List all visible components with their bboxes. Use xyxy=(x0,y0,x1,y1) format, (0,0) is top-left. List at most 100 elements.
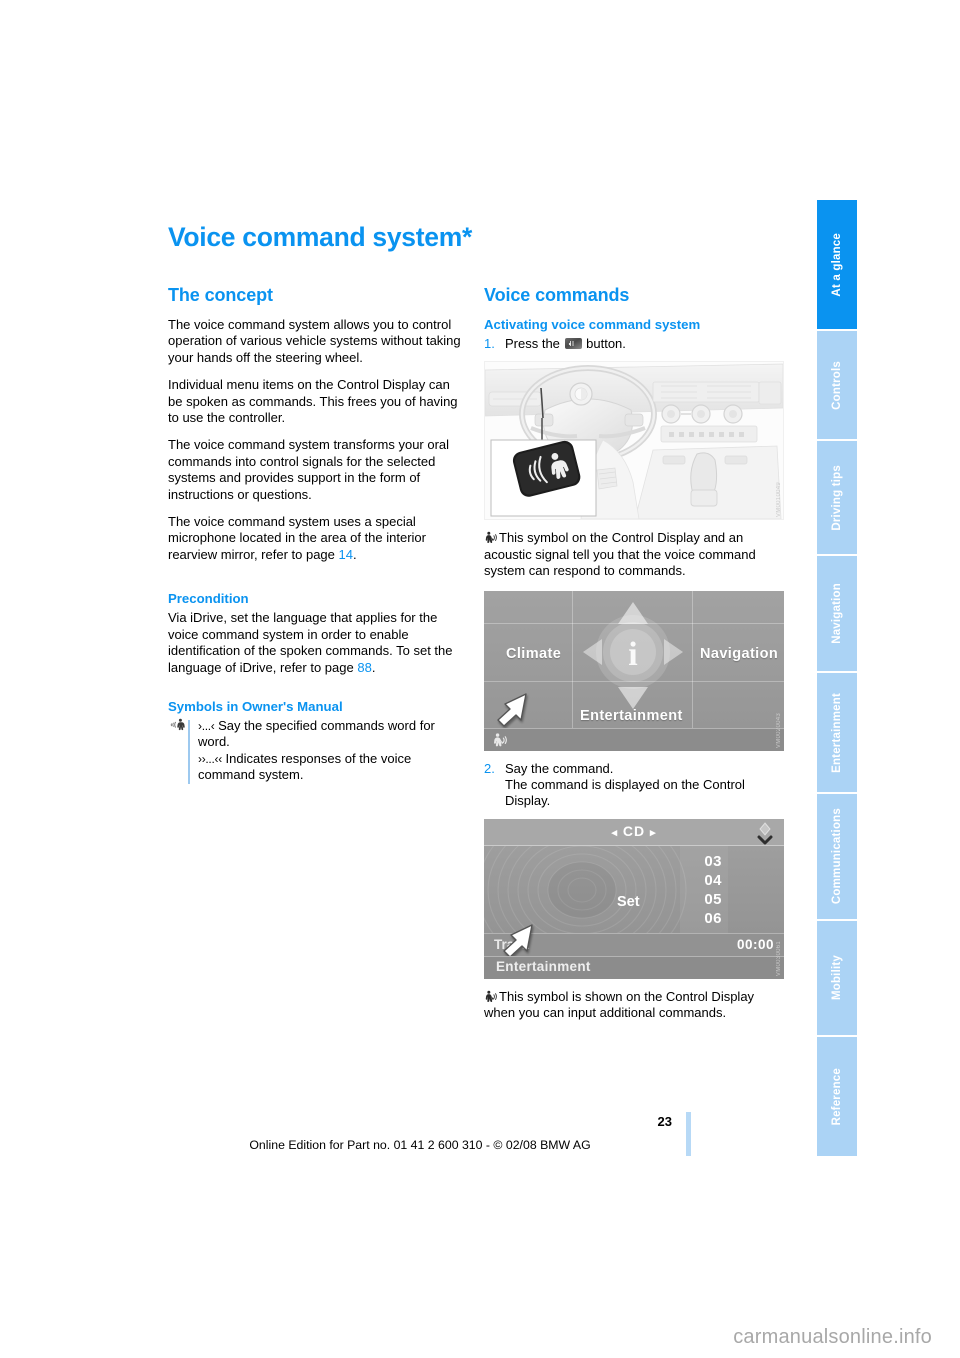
note-vertical-rule xyxy=(188,719,190,784)
figure-idrive-cd-screen: ◂ CD ▸ 03 04 05 06 Set 00:00 Entertainme… xyxy=(484,818,784,979)
figure-car-interior: VM0010049 xyxy=(484,361,784,521)
figure-1-code: VM0010049 xyxy=(776,482,782,518)
chapter-tabs-sidebar: At a glance Controls Driving tips Naviga… xyxy=(817,200,857,1158)
page-number: 23 xyxy=(657,1114,672,1129)
sidebar-tab-at-a-glance[interactable]: At a glance xyxy=(817,200,857,331)
edition-footer-line: Online Edition for Part no. 01 41 2 600 … xyxy=(249,1138,591,1152)
cd-track-number-1[interactable]: 03 xyxy=(704,853,722,870)
step-1: 1. Press the button. xyxy=(484,336,784,352)
sidebar-tab-driving-tips[interactable]: Driving tips xyxy=(817,441,857,556)
sidebar-tab-reference[interactable]: Reference xyxy=(817,1037,857,1156)
sidebar-tab-entertainment[interactable]: Entertainment xyxy=(817,673,857,794)
cd-prev-arrow-icon[interactable]: ◂ xyxy=(611,827,618,839)
site-watermark: carmanualsonline.info xyxy=(733,1326,932,1348)
sidebar-tab-navigation[interactable]: Navigation xyxy=(817,556,857,673)
concept-paragraph-1: The voice command system allows you to c… xyxy=(168,317,461,365)
heading-voice-commands: Voice commands xyxy=(484,285,630,305)
sidebar-tab-label: Reference xyxy=(831,1067,843,1126)
idrive-main-menu-screen: i Climate Navigation Entertainment xyxy=(484,590,784,751)
cd-title-row: ◂ CD ▸ xyxy=(484,823,784,839)
concept-paragraph-4: The voice command system uses a special … xyxy=(168,514,466,563)
manual-page: Voice command system* At a glance Contro… xyxy=(0,0,960,1358)
sidebar-tab-mobility[interactable]: Mobility xyxy=(817,921,857,1037)
cd-body-area: 03 04 05 06 Set xyxy=(484,845,784,934)
precondition-text: Via iDrive, set the language that applie… xyxy=(168,610,453,675)
idrive-menu-navigation[interactable]: Navigation xyxy=(700,646,778,662)
note-quote-single: ›...‹ xyxy=(198,718,215,733)
step-2-text: Say the command. The command is displaye… xyxy=(505,761,784,810)
heading-the-concept: The concept xyxy=(168,285,273,305)
concept-paragraph-2: Individual menu items on the Control Dis… xyxy=(168,377,458,426)
heading-activating-voice-command-system: Activating voice command system xyxy=(484,317,701,332)
heading-symbols-in-owners-manual: Symbols in Owner's Manual xyxy=(168,698,343,714)
white-arrow-cursor xyxy=(503,924,533,958)
chevron-down-icon[interactable] xyxy=(752,821,778,847)
grid-line-v1 xyxy=(572,590,573,729)
cd-next-arrow-icon[interactable]: ▸ xyxy=(650,827,657,839)
caption-voice-active-symbol-1: This symbol on the Control Display and a… xyxy=(484,530,784,579)
voice-active-symbol-icon xyxy=(485,990,497,1002)
note-text-content: ›...‹ Say the specified commands word fo… xyxy=(198,718,466,784)
grid-line-v2 xyxy=(692,590,693,729)
cd-track-number-3[interactable]: 05 xyxy=(704,891,722,908)
step-1-text: Press the button. xyxy=(505,336,784,352)
footer-blue-bar xyxy=(686,1112,691,1156)
idrive-center-compass: i xyxy=(583,601,683,709)
idrive-cd-screen: ◂ CD ▸ 03 04 05 06 Set 00:00 Entertainme… xyxy=(484,818,784,979)
cd-set-label: Set xyxy=(617,893,640,910)
page-reference-88[interactable]: 88 xyxy=(357,660,371,675)
sidebar-tab-label: Navigation xyxy=(831,583,843,644)
idrive-menu-entertainment[interactable]: Entertainment xyxy=(580,708,683,724)
sidebar-tab-label: Driving tips xyxy=(831,464,843,531)
idrive-menu-climate[interactable]: Climate xyxy=(506,646,561,662)
concept-paragraph-3: The voice command system transforms your… xyxy=(168,437,450,502)
note-line-2-text: Indicates responses of the voice command… xyxy=(198,750,412,783)
step-2: 2. Say the command. The command is displ… xyxy=(484,761,784,810)
sidebar-tab-controls[interactable]: Controls xyxy=(817,331,857,441)
sidebar-tab-communications[interactable]: Communications xyxy=(817,794,857,921)
cd-elapsed-time: 00:00 xyxy=(736,936,774,952)
page-title: Voice command system* xyxy=(168,222,472,252)
cd-status-entertainment-label: Entertainment xyxy=(496,958,591,974)
sidebar-tab-label: Controls xyxy=(831,360,843,410)
step-2-number: 2. xyxy=(484,760,495,776)
caption-2-text: This symbol is shown on the Control Disp… xyxy=(484,988,755,1021)
car-interior-illustration xyxy=(484,361,784,521)
sidebar-tab-label: Entertainment xyxy=(831,692,843,773)
idrive-status-bar xyxy=(484,727,784,751)
concept-paragraph-4-text: The voice command system uses a special … xyxy=(168,514,426,562)
cd-status-bar: Entertainment xyxy=(484,955,784,979)
step-2-line-1: Say the command. xyxy=(505,760,614,776)
concept-paragraph-4-period: . xyxy=(352,546,357,562)
step-1-text-before: Press the xyxy=(505,336,564,351)
note-icon-column xyxy=(168,718,198,784)
voice-command-button-icon xyxy=(564,338,582,349)
note-quote-double: ››...‹‹ xyxy=(198,751,222,766)
sidebar-tab-label: At a glance xyxy=(831,232,843,297)
step-2-line-2: The command is displayed on the Control … xyxy=(505,777,745,809)
svg-text:i: i xyxy=(628,636,637,673)
page-reference-14[interactable]: 14 xyxy=(339,547,353,562)
cd-disc-graphic xyxy=(484,845,728,934)
step-1-text-after: button. xyxy=(582,336,626,351)
sidebar-tab-label: Communications xyxy=(831,808,843,905)
sidebar-tab-label: Mobility xyxy=(831,955,843,1001)
right-text-column: Voice commands Activating voice command … xyxy=(484,285,784,1022)
car-interior-drawing xyxy=(485,362,783,520)
figure-2-code: VM0020043 xyxy=(776,712,782,748)
voice-command-manual-symbol-icon xyxy=(170,718,185,731)
cd-title-label: CD xyxy=(622,822,646,839)
cd-track-number-2[interactable]: 04 xyxy=(704,872,722,889)
note-line-1-text: Say the specified commands word for word… xyxy=(198,717,435,750)
caption-1-text: This symbol on the Control Display and a… xyxy=(484,530,756,579)
caption-voice-active-symbol-2: This symbol is shown on the Control Disp… xyxy=(484,989,784,1022)
figure-3-code: VM0030061 xyxy=(776,940,782,976)
symbols-note-block: ›...‹ Say the specified commands word fo… xyxy=(168,718,466,784)
figure-idrive-main-menu: i Climate Navigation Entertainment VM002… xyxy=(484,590,784,751)
cd-track-number-4[interactable]: 06 xyxy=(704,910,722,927)
precondition-period: . xyxy=(371,659,376,675)
voice-active-symbol-icon xyxy=(485,532,497,544)
precondition-paragraph: Via iDrive, set the language that applie… xyxy=(168,610,466,676)
heading-precondition: Precondition xyxy=(168,591,249,607)
left-text-column: The concept The voice command system all… xyxy=(168,285,466,784)
